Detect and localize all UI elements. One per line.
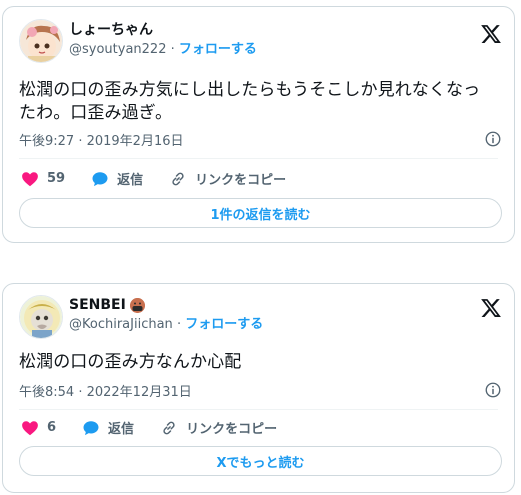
info-icon[interactable]: [484, 130, 502, 148]
reply-label: 返信: [108, 422, 135, 437]
follow-link[interactable]: フォローする: [179, 42, 257, 57]
speech-bubble-icon: [83, 420, 99, 435]
heart-icon: [22, 171, 38, 186]
tweet-header: SENBEI @KochiraJiichan · フォローする: [69, 296, 263, 334]
divider: [19, 158, 498, 159]
link-icon: [172, 172, 184, 185]
handle-row: @syoutyan222 · フォローする: [69, 40, 257, 59]
timestamp[interactable]: 午後9:27 · 2019年2月16日: [19, 130, 184, 149]
link-icon: [163, 421, 175, 434]
tweet-card[interactable]: しょーちゃん @syoutyan222 · フォローする 松潤の口の歪み方気にし…: [2, 6, 515, 243]
user-name-row: SENBEI: [69, 296, 263, 315]
copy-link-button[interactable]: リンクをコピー: [169, 169, 286, 188]
user-name-row: しょーちゃん: [69, 21, 257, 40]
tweet-meta: 午後8:54 · 2022年12月31日: [19, 380, 502, 400]
info-icon[interactable]: [484, 381, 502, 399]
user-name[interactable]: SENBEI: [69, 296, 126, 315]
tweet-meta: 午後9:27 · 2019年2月16日: [19, 129, 502, 149]
x-logo-icon[interactable]: [480, 297, 502, 319]
like-count: 59: [47, 171, 66, 186]
read-replies-button[interactable]: 1件の返信を読む: [19, 198, 502, 228]
tweet-card[interactable]: SENBEI @KochiraJiichan · フォローする 松潤の口の歪み方…: [2, 283, 515, 493]
like-button[interactable]: 6: [21, 419, 56, 437]
x-logo-icon[interactable]: [480, 23, 502, 45]
tweet-text: 松潤の口の歪み方気にし出したらもうそこしか見れなくなったわ。口歪み過ぎ。: [19, 80, 481, 123]
tweet-header: しょーちゃん @syoutyan222 · フォローする: [69, 21, 257, 59]
tweet-actions: 6 返信 リンクをコピー: [21, 418, 303, 437]
follow-link[interactable]: フォローする: [185, 317, 263, 332]
user-handle[interactable]: @syoutyan222: [69, 42, 166, 57]
user-handle[interactable]: @KochiraJiichan: [69, 317, 173, 332]
avatar[interactable]: [19, 295, 63, 339]
divider: [19, 409, 498, 410]
avatar[interactable]: [19, 19, 63, 63]
tweet-text: 松潤の口の歪み方なんか心配: [19, 352, 242, 372]
like-button[interactable]: 59: [21, 170, 65, 188]
tweet-actions: 59 返信 リンクをコピー: [21, 169, 312, 188]
user-name[interactable]: しょーちゃん: [69, 21, 153, 40]
copy-link-label: リンクをコピー: [186, 422, 278, 437]
speech-bubble-icon: [92, 171, 108, 186]
like-count: 6: [47, 420, 57, 435]
heart-icon: [22, 420, 38, 435]
separator-dot: ·: [170, 42, 175, 57]
copy-link-button[interactable]: リンクをコピー: [160, 418, 277, 437]
read-more-on-x-button[interactable]: Xでもっと読む: [19, 446, 502, 476]
copy-link-label: リンクをコピー: [195, 173, 287, 188]
embedded-tweets-page: しょーちゃん @syoutyan222 · フォローする 松潤の口の歪み方気にし…: [0, 0, 521, 495]
face-emoji-icon: [129, 298, 145, 313]
separator-dot: ·: [176, 317, 182, 332]
reply-button[interactable]: 返信: [82, 418, 134, 437]
handle-row: @KochiraJiichan · フォローする: [69, 315, 263, 334]
timestamp[interactable]: 午後8:54 · 2022年12月31日: [19, 381, 192, 400]
reply-button[interactable]: 返信: [91, 169, 143, 188]
reply-label: 返信: [117, 173, 144, 188]
